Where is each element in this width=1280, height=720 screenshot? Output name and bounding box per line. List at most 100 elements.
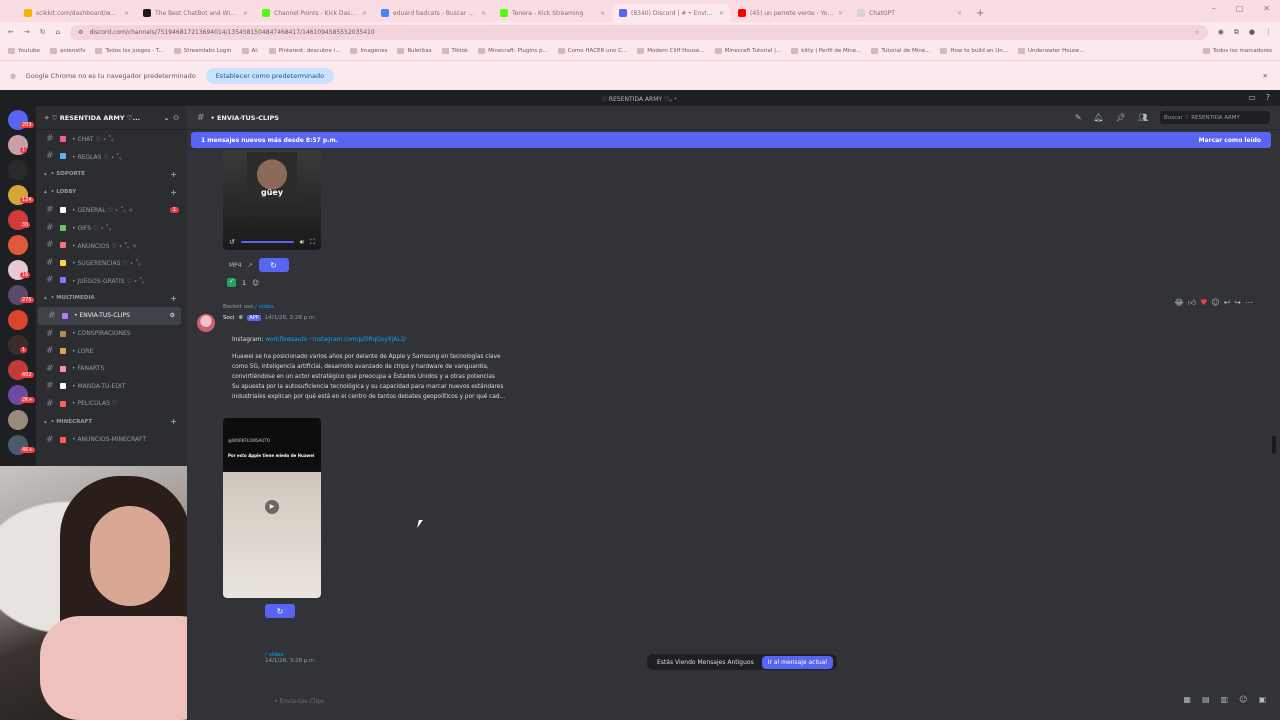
browser-tab[interactable]: Tenera - Kick Streaming ✕: [494, 4, 611, 22]
chevron-down-icon[interactable]: ⌄: [164, 114, 169, 122]
bookmark-item[interactable]: Minecraft Tutorial |...: [714, 48, 781, 54]
bookmark-item[interactable]: Todos los juegos - T...: [95, 48, 164, 54]
gift-icon[interactable]: ▦: [1183, 695, 1191, 704]
bookmark-item[interactable]: Tutorial de Mine...: [871, 48, 930, 54]
channel-category[interactable]: ▴ • MULTIMEDIA +: [36, 289, 187, 307]
browser-tab[interactable]: (8340) Discord | # • Envía... ✕: [613, 4, 730, 22]
tab-close-icon[interactable]: ✕: [362, 10, 367, 17]
url-field[interactable]: ⚙ discord.com/channels/75194681721369401…: [70, 24, 1208, 40]
channel-item[interactable]: # • FANARTS: [36, 360, 187, 378]
message-input[interactable]: • Envía-tus-Clips: [266, 692, 1276, 710]
channel-item[interactable]: # • ANUNCIOS ♡ ⋆ ˚｡ ✧: [36, 236, 187, 254]
bookmark-item[interactable]: Todos los marcadores: [1202, 48, 1272, 54]
source-link[interactable]: instagram.com/p/DRqOxyXjAL3/: [313, 337, 406, 343]
channel-item[interactable]: # • GIFS ♡ ⋆ ˚｡: [36, 219, 187, 237]
channel-item[interactable]: # • REGLAS ♡ ⋆ ˚｡: [36, 148, 187, 166]
emoji-laugh-icon[interactable]: 😂︎: [1174, 298, 1183, 308]
reload-button[interactable]: ↻: [258, 258, 289, 272]
reload-icon[interactable]: ↻: [40, 28, 46, 36]
threads-icon[interactable]: ✎: [1075, 113, 1082, 122]
close-infobar-icon[interactable]: ✕: [1263, 72, 1268, 80]
external-link-icon[interactable]: ↗: [248, 262, 253, 269]
source-user[interactable]: workflowsauto: [265, 337, 307, 343]
members-icon[interactable]: 👥︎: [1138, 113, 1148, 122]
bookmark-item[interactable]: Imagenes: [350, 48, 387, 54]
tab-close-icon[interactable]: ✕: [838, 10, 843, 17]
bookmark-item[interactable]: AI:: [241, 48, 259, 54]
browser-tab[interactable]: Channel Points - Kick Dashb... ✕: [256, 4, 373, 22]
add-channel-icon[interactable]: +: [170, 294, 177, 303]
bookmark-item[interactable]: kitty | Perfil de Mine...: [791, 48, 861, 54]
channel-category[interactable]: ▴ • SOPORTE +: [36, 165, 187, 183]
author-name[interactable]: Soci: [223, 315, 234, 321]
video-clip-2[interactable]: @WORKFLOWSAUTO Por esto Apple tiene mied…: [223, 418, 321, 598]
menu-kebab-icon[interactable]: ⋮: [1265, 28, 1272, 36]
reply-command[interactable]: / video: [255, 304, 274, 310]
search-input[interactable]: Buscar ♡ RESENTIDA ARMY: [1160, 111, 1270, 124]
add-channel-icon[interactable]: +: [170, 417, 177, 426]
browser-tab[interactable]: eduard badcats - Buscar con G... ✕: [375, 4, 492, 22]
bookmark-item[interactable]: Como HACER uno C...: [557, 48, 627, 54]
bookmark-item[interactable]: Minecraft: Plugins p...: [478, 48, 548, 54]
add-reaction-icon[interactable]: ☺: [1211, 298, 1219, 308]
tab-close-icon[interactable]: ✕: [243, 10, 248, 17]
bookmark-item[interactable]: Tiktok: [441, 48, 468, 54]
browser-tab[interactable]: (45) un perrete verde - YouTube ✕: [732, 4, 849, 22]
inbox-icon[interactable]: ▭: [1248, 93, 1256, 102]
more-icon[interactable]: ⋯: [1245, 298, 1253, 308]
maximize-icon[interactable]: ▢: [1236, 4, 1244, 13]
channel-category[interactable]: ▴ • MINECRAFT +: [36, 413, 187, 431]
server-header[interactable]: ✧ ♡ RESENTIDA ARMY ♡... ⌄ ⚇: [36, 106, 187, 130]
emoji-icon[interactable]: ☺: [1239, 695, 1247, 704]
browser-tab[interactable]: scikkit.com/dashboard/w... ✕: [18, 4, 135, 22]
channel-item[interactable]: # • MANDA-TU-EDIT: [36, 378, 187, 396]
browser-tab[interactable]: ChatGPT ✕: [851, 4, 968, 22]
new-tab-icon[interactable]: +: [976, 8, 984, 19]
server-icon[interactable]: [8, 310, 28, 330]
pin-icon[interactable]: 📌︎: [1116, 113, 1126, 122]
channel-item[interactable]: # • SUGERENCIAS ♡ ⋆ ˚｡: [36, 254, 187, 272]
server-icon[interactable]: [8, 410, 28, 430]
settings-icon[interactable]: ⚙: [170, 312, 175, 319]
emoji-thumb-icon[interactable]: 👍︎: [1188, 298, 1196, 308]
browser-tab[interactable]: The Best ChatBot and Widget... ✕: [137, 4, 254, 22]
profile-avatar[interactable]: ●: [1249, 28, 1255, 36]
volume-icon[interactable]: 🔊︎: [300, 238, 304, 247]
reload-button[interactable]: ↻: [265, 604, 295, 618]
bookmark-star-icon[interactable]: ☆: [1194, 29, 1199, 36]
tab-close-icon[interactable]: ✕: [600, 10, 605, 17]
minimize-icon[interactable]: –: [1212, 4, 1216, 13]
home-icon[interactable]: ⌂: [56, 28, 60, 36]
gif-icon[interactable]: ▤: [1202, 695, 1210, 704]
video-progress-bar[interactable]: [240, 241, 294, 243]
bookmark-item[interactable]: Pinterest: descubre i...: [268, 48, 340, 54]
bookmark-item[interactable]: How to build an Un...: [940, 48, 1008, 54]
add-reaction-icon[interactable]: ☺: [252, 279, 259, 287]
play-icon[interactable]: ▶: [265, 500, 279, 514]
reply-user[interactable]: Becket: [223, 304, 242, 310]
channel-item[interactable]: # • JUEGOS-GRATIS ♡ ⋆ ˚｡: [36, 272, 187, 290]
checkmark-reaction-icon[interactable]: ✓: [227, 278, 236, 287]
server-icon[interactable]: [8, 160, 28, 180]
channel-item[interactable]: # • ENVIA-TUS-CLIPS ⚙: [38, 307, 181, 325]
channel-item[interactable]: # • ANUNCIOS-MINECRAFT: [36, 431, 187, 449]
emoji-heart-icon[interactable]: ♥: [1200, 298, 1207, 308]
bookmark-item[interactable]: Youtube: [8, 48, 40, 54]
sticker-icon[interactable]: ▥: [1221, 695, 1229, 704]
forward-icon[interactable]: ↪: [1234, 298, 1241, 308]
bookmark-item[interactable]: Streamlabs Login: [173, 48, 232, 54]
channel-item[interactable]: # • CHAT ♡ ⋆ ˚｡: [36, 130, 187, 148]
chat-scrollbar[interactable]: [1272, 436, 1276, 454]
extension-icon[interactable]: ◉: [1218, 28, 1224, 36]
bookmark-item[interactable]: anienstfv: [50, 48, 85, 54]
set-default-button[interactable]: Establecer como predeterminado: [205, 67, 335, 84]
apps-icon[interactable]: ▣: [1258, 695, 1266, 704]
tab-close-icon[interactable]: ✕: [719, 10, 724, 17]
server-icon[interactable]: [8, 235, 28, 255]
forward-icon[interactable]: →: [24, 28, 30, 36]
fullscreen-icon[interactable]: ⛶: [310, 238, 315, 247]
tab-close-icon[interactable]: ✕: [124, 10, 129, 17]
help-icon[interactable]: ?: [1266, 93, 1270, 102]
channel-item[interactable]: # • CONSPIRACIONES: [36, 325, 187, 343]
back-icon[interactable]: ←: [8, 28, 14, 36]
